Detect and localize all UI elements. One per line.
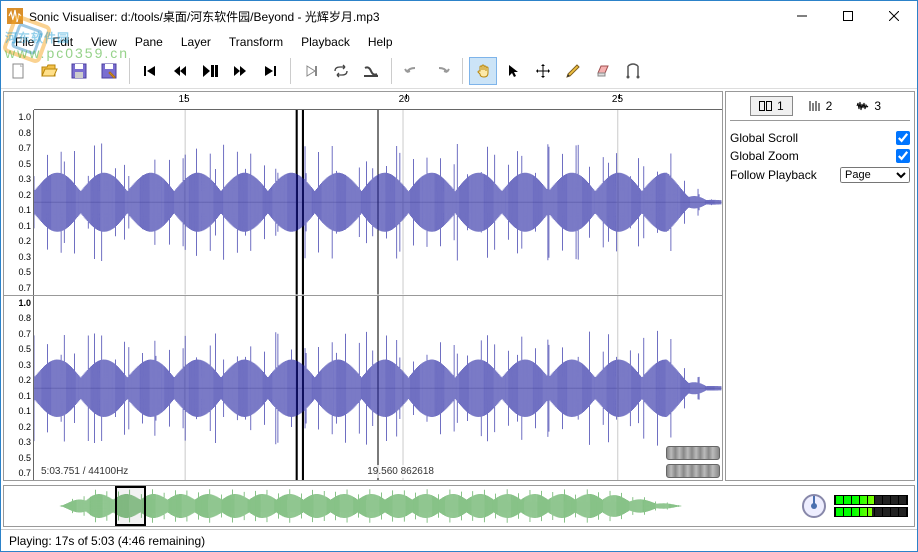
window-title: Sonic Visualiser: d:/tools/桌面/河东软件园/Beyo… [29,8,779,25]
prop-follow-playback: Follow Playback Page [730,165,910,185]
open-folder-icon [40,62,58,80]
separator [129,58,130,84]
global-zoom-checkbox[interactable] [896,149,910,163]
new-file-icon [10,62,28,80]
layer-tabs: 1 2 3 [730,96,910,121]
maximize-icon [843,11,853,21]
play-pause-icon [201,63,219,79]
loop-button[interactable] [327,57,355,85]
tab-pane[interactable]: 1 [750,96,793,116]
pencil-icon [565,63,581,79]
skip-start-icon [142,63,158,79]
move-icon [535,63,551,79]
measure-icon [624,63,642,79]
save-as-icon [100,62,118,80]
y-axis: 1.00.80.70.50.30.20.10.10.20.30.50.7 [4,296,34,481]
titlebar: Sonic Visualiser: d:/tools/桌面/河东软件园/Beyo… [1,1,917,31]
fast-forward-icon [232,63,248,79]
time-axis: 15 20 25 [34,92,722,110]
close-button[interactable] [871,1,917,31]
maximize-button[interactable] [825,1,871,31]
level-meters [834,495,908,517]
info-position: 19.560 862618 [364,465,437,478]
constrain-icon [362,63,380,79]
status-text: Playing: 17s of 5:03 (4:46 remaining) [9,534,205,548]
eraser-icon [595,63,611,79]
tab-waveform[interactable]: 3 [847,96,890,116]
minimize-icon [797,11,807,21]
horizontal-zoom-wheel[interactable] [666,464,720,478]
follow-playback-select[interactable]: Page [840,167,910,183]
waveform-pane-2: 1.00.80.70.50.30.20.10.10.20.30.50.7 5:0… [4,295,722,481]
undo-button[interactable] [398,57,426,85]
separator [290,58,291,84]
hand-tool-button[interactable] [469,57,497,85]
waveform-view[interactable]: 15 20 25 1.00.80.70.50.30.20.10.10.20.30… [3,91,723,481]
redo-button[interactable] [428,57,456,85]
overview-waveform[interactable] [4,486,794,526]
waveform-canvas-1[interactable] [34,110,722,295]
skip-end-icon [262,63,278,79]
play-pause-button[interactable] [196,57,224,85]
fast-forward-button[interactable] [226,57,254,85]
save-as-button[interactable] [95,57,123,85]
menu-layer[interactable]: Layer [173,32,219,52]
waveform-canvas-2[interactable]: 5:03.751 / 44100Hz 19.560 862618 [34,296,722,481]
toolbar [1,53,917,89]
minimize-button[interactable] [779,1,825,31]
measure-tool-button[interactable] [619,57,647,85]
time-tick: 15 [178,94,189,105]
constrain-button[interactable] [357,57,385,85]
rewind-button[interactable] [166,57,194,85]
info-samplerate: 5:03.751 / 44100Hz [38,465,131,478]
wave-icon [856,101,870,111]
separator [462,58,463,84]
menu-edit[interactable]: Edit [44,32,81,52]
menu-transform[interactable]: Transform [221,32,291,52]
redo-icon [433,63,451,79]
erase-tool-button[interactable] [589,57,617,85]
statusbar: Playing: 17s of 5:03 (4:46 remaining) [1,529,917,551]
menubar: File Edit View Pane Layer Transform Play… [1,31,917,53]
save-button[interactable] [65,57,93,85]
draw-tool-button[interactable] [559,57,587,85]
record-icon [303,63,319,79]
tab-ruler[interactable]: 2 [799,96,842,116]
prop-global-scroll: Global Scroll [730,129,910,147]
pointer-icon [505,63,521,79]
save-icon [70,62,88,80]
time-tick: 20 [399,94,410,105]
hand-icon [475,63,491,79]
menu-playback[interactable]: Playback [293,32,358,52]
vertical-zoom-wheel[interactable] [666,446,720,460]
record-button[interactable] [297,57,325,85]
move-tool-button[interactable] [529,57,557,85]
rewind-icon [172,63,188,79]
skip-start-button[interactable] [136,57,164,85]
properties-panel: 1 2 3 Global Scroll Global Zoom Follow P… [725,91,915,481]
overview-pane[interactable] [3,485,915,527]
time-tick: 25 [612,94,623,105]
close-icon [889,11,899,21]
menu-help[interactable]: Help [360,32,401,52]
pointer-tool-button[interactable] [499,57,527,85]
prop-global-zoom: Global Zoom [730,147,910,165]
loop-icon [332,63,350,79]
separator [391,58,392,84]
menu-view[interactable]: View [83,32,125,52]
waveform-pane-1: 1.00.80.70.50.30.20.10.10.20.30.50.7 [4,110,722,295]
main-area: 15 20 25 1.00.80.70.50.30.20.10.10.20.30… [1,89,917,483]
undo-icon [403,63,421,79]
menu-pane[interactable]: Pane [127,32,171,52]
level-meter-right [834,507,908,517]
level-meter-left [834,495,908,505]
overview-window[interactable] [115,486,147,526]
playback-dial[interactable] [800,492,828,520]
skip-end-button[interactable] [256,57,284,85]
pane-icon [759,101,773,111]
global-scroll-checkbox[interactable] [896,131,910,145]
y-axis: 1.00.80.70.50.30.20.10.10.20.30.50.7 [4,110,34,295]
overview-controls [794,492,914,520]
ruler-icon [808,101,822,111]
